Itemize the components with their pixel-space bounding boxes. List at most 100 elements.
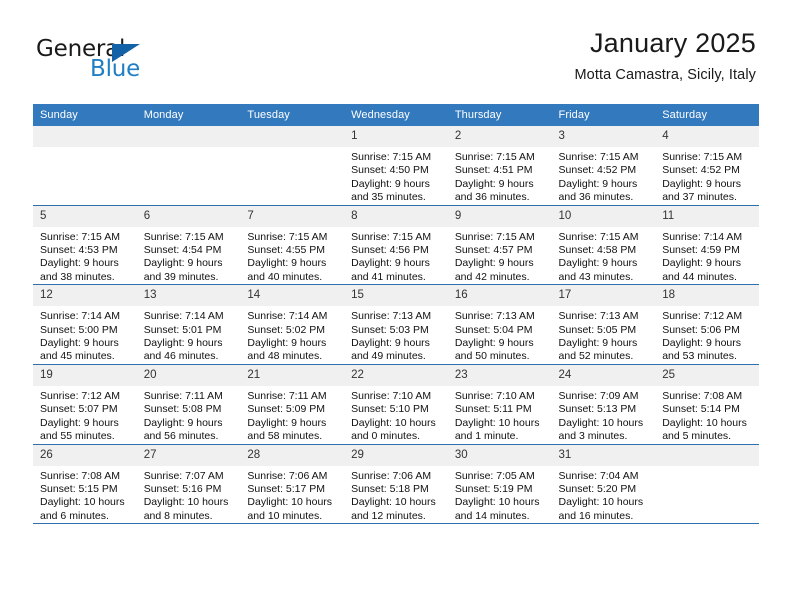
daylight-text-line2: and 6 minutes. (40, 509, 109, 522)
calendar-week-row: 26 Sunrise: 7:08 AM Sunset: 5:15 PM Dayligh… (33, 444, 759, 525)
calendar-day-cell[interactable]: 21 Sunrise: 7:11 AM Sunset: 5:09 PM Dayligh… (240, 364, 345, 445)
sunrise-text: Sunrise: 7:13 AM (558, 310, 639, 323)
daylight-text-line2: and 49 minutes. (351, 350, 426, 363)
sunrise-text: Sunrise: 7:13 AM (351, 310, 432, 323)
calendar-day-cell[interactable]: 1 Sunrise: 7:15 AM Sunset: 4:50 PM Daylight… (344, 126, 448, 206)
day-number: 5 (33, 205, 137, 227)
daylight-text-line1: Daylight: 10 hours (454, 416, 540, 429)
calendar-day-cell[interactable]: 5 Sunrise: 7:15 AM Sunset: 4:53 PM Daylight… (33, 205, 137, 286)
calendar-day-cell[interactable]: 24 Sunrise: 7:09 AM Sunset: 5:13 PM Dayligh… (551, 364, 656, 445)
calendar-day-cell[interactable]: 20 Sunrise: 7:11 AM Sunset: 5:08 PM Dayligh… (136, 364, 241, 445)
sunrise-text: Sunrise: 7:14 AM (247, 310, 328, 323)
calendar-day-cell[interactable]: 16 Sunrise: 7:13 AM Sunset: 5:04 PM Dayligh… (447, 284, 552, 365)
calendar-day-cell[interactable]: 31 Sunrise: 7:04 AM Sunset: 5:20 PM Dayligh… (551, 444, 656, 525)
calendar-day-cell[interactable]: 15 Sunrise: 7:13 AM Sunset: 5:03 PM Dayligh… (344, 284, 448, 365)
general-blue-logo[interactable]: General Blue (36, 38, 226, 88)
sunrise-text: Sunrise: 7:12 AM (662, 310, 743, 323)
day-number: 10 (551, 205, 656, 227)
day-sun-info: Sunrise: 7:13 AM Sunset: 5:05 PM Daylight:… (552, 306, 656, 364)
weekday-header-tuesday: Tuesday (240, 104, 345, 126)
day-number: 18 (655, 285, 759, 307)
calendar-day-cell[interactable]: 8 Sunrise: 7:15 AM Sunset: 4:56 PM Daylight… (344, 205, 448, 286)
daylight-text-line2: and 35 minutes. (351, 191, 426, 204)
daylight-text-line1: Daylight: 9 hours (351, 257, 430, 270)
day-sun-info: Sunrise: 7:12 AM Sunset: 5:06 PM Daylight:… (655, 306, 759, 364)
calendar-day-cell[interactable]: 19 Sunrise: 7:12 AM Sunset: 5:07 PM Dayligh… (33, 364, 137, 445)
sunset-text: Sunset: 5:16 PM (143, 482, 222, 495)
sunset-text: Sunset: 5:03 PM (351, 323, 429, 336)
sunrise-text: Sunrise: 7:15 AM (247, 230, 328, 243)
daylight-text-line1: Daylight: 9 hours (558, 177, 638, 190)
day-number: 9 (447, 205, 552, 227)
daylight-text-line1: Daylight: 9 hours (143, 337, 223, 350)
day-number: 4 (655, 126, 759, 147)
calendar-day-cell[interactable]: 13 Sunrise: 7:14 AM Sunset: 5:01 PM Dayligh… (136, 284, 241, 365)
weekday-header-monday: Monday (136, 104, 241, 126)
sunrise-text: Sunrise: 7:15 AM (558, 230, 639, 243)
daylight-text-line1: Daylight: 9 hours (247, 416, 327, 429)
sunset-text: Sunset: 5:15 PM (40, 482, 118, 495)
daylight-text-line1: Daylight: 10 hours (40, 496, 125, 509)
day-sun-info: Sunrise: 7:06 AM Sunset: 5:18 PM Daylight:… (344, 466, 448, 524)
sunrise-text: Sunrise: 7:04 AM (558, 469, 639, 482)
daylight-text-line2: and 37 minutes. (662, 191, 737, 204)
day-number: 25 (655, 364, 759, 386)
sunset-text: Sunset: 5:09 PM (247, 403, 326, 416)
daylight-text-line2: and 40 minutes. (247, 270, 323, 283)
calendar-day-cell[interactable]: 18 Sunrise: 7:12 AM Sunset: 5:06 PM Dayligh… (655, 284, 759, 365)
day-sun-info: Sunrise: 7:05 AM Sunset: 5:19 PM Daylight:… (448, 466, 552, 524)
calendar-day-cell[interactable]: 9 Sunrise: 7:15 AM Sunset: 4:57 PM Daylight… (447, 205, 552, 286)
calendar-week-row: 1 Sunrise: 7:15 AM Sunset: 4:50 PM Daylight… (33, 126, 759, 206)
calendar-day-cell[interactable]: 26 Sunrise: 7:08 AM Sunset: 5:15 PM Dayligh… (33, 444, 137, 525)
day-sun-info: Sunrise: 7:09 AM Sunset: 5:13 PM Daylight:… (552, 386, 656, 444)
logo-word-blue: Blue (90, 56, 141, 82)
day-sun-info: Sunrise: 7:15 AM Sunset: 4:55 PM Daylight:… (240, 227, 344, 285)
day-number: 29 (344, 444, 448, 466)
daylight-text-line2: and 56 minutes. (143, 430, 219, 443)
daylight-text-line1: Daylight: 9 hours (40, 416, 119, 429)
sunrise-text: Sunrise: 7:09 AM (558, 389, 639, 402)
daylight-text-line2: and 45 minutes. (40, 350, 115, 363)
daylight-text-line2: and 5 minutes. (662, 430, 732, 443)
calendar-day-cell[interactable]: 27 Sunrise: 7:07 AM Sunset: 5:16 PM Dayligh… (136, 444, 241, 525)
sunrise-text: Sunrise: 7:15 AM (454, 230, 535, 243)
sunset-text: Sunset: 5:02 PM (247, 323, 326, 336)
day-number: 3 (551, 126, 656, 147)
daylight-text-line2: and 3 minutes. (558, 430, 628, 443)
calendar-day-cell[interactable]: 3 Sunrise: 7:15 AM Sunset: 4:52 PM Daylight… (551, 126, 656, 206)
calendar-day-cell[interactable]: 17 Sunrise: 7:13 AM Sunset: 5:05 PM Dayligh… (551, 284, 656, 365)
day-sun-info: Sunrise: 7:15 AM Sunset: 4:57 PM Daylight:… (448, 227, 552, 285)
calendar-head: Sunday Monday Tuesday Wednesday Thursday… (33, 104, 759, 126)
calendar-day-cell[interactable]: 11 Sunrise: 7:14 AM Sunset: 4:59 PM Dayligh… (655, 205, 759, 286)
calendar-day-cell[interactable]: 29 Sunrise: 7:06 AM Sunset: 5:18 PM Dayligh… (344, 444, 448, 525)
weekday-header-saturday: Saturday (655, 104, 759, 126)
calendar-day-cell[interactable]: 30 Sunrise: 7:05 AM Sunset: 5:19 PM Dayligh… (447, 444, 552, 525)
day-sun-info: Sunrise: 7:15 AM Sunset: 4:54 PM Daylight:… (137, 227, 241, 285)
day-number: 26 (33, 444, 137, 466)
calendar-day-cell[interactable]: 7 Sunrise: 7:15 AM Sunset: 4:55 PM Daylight… (240, 205, 345, 286)
calendar-day-cell[interactable]: 22 Sunrise: 7:10 AM Sunset: 5:10 PM Dayligh… (344, 364, 448, 445)
calendar-day-cell[interactable]: 23 Sunrise: 7:10 AM Sunset: 5:11 PM Dayligh… (447, 364, 552, 445)
calendar-day-cell[interactable]: 6 Sunrise: 7:15 AM Sunset: 4:54 PM Daylight… (136, 205, 241, 286)
sunset-text: Sunset: 5:06 PM (662, 323, 740, 336)
sunrise-text: Sunrise: 7:14 AM (143, 310, 224, 323)
calendar-day-cell[interactable]: 2 Sunrise: 7:15 AM Sunset: 4:51 PM Daylight… (447, 126, 552, 206)
day-sun-info: Sunrise: 7:15 AM Sunset: 4:51 PM Daylight:… (448, 147, 552, 205)
calendar-day-cell[interactable]: 28 Sunrise: 7:06 AM Sunset: 5:17 PM Dayligh… (240, 444, 345, 525)
day-number: 17 (551, 285, 656, 307)
title-block: January 2025 Motta Camastra, Sicily, Ita… (574, 28, 756, 83)
sunset-text: Sunset: 4:54 PM (143, 244, 222, 257)
day-number: 27 (136, 444, 241, 466)
sunset-text: Sunset: 5:05 PM (558, 323, 637, 336)
day-number: 23 (447, 364, 552, 386)
calendar-day-cell[interactable]: 25 Sunrise: 7:08 AM Sunset: 5:14 PM Dayligh… (655, 364, 759, 445)
day-sun-info: Sunrise: 7:11 AM Sunset: 5:09 PM Daylight:… (240, 386, 344, 444)
day-number (655, 444, 759, 466)
page-title: January 2025 (589, 28, 756, 58)
calendar-day-cell[interactable]: 14 Sunrise: 7:14 AM Sunset: 5:02 PM Dayligh… (240, 284, 345, 365)
calendar-day-cell[interactable]: 4 Sunrise: 7:15 AM Sunset: 4:52 PM Daylight… (655, 126, 759, 206)
daylight-text-line1: Daylight: 10 hours (454, 496, 540, 509)
daylight-text-line2: and 0 minutes. (351, 430, 420, 443)
calendar-day-cell[interactable]: 12 Sunrise: 7:14 AM Sunset: 5:00 PM Dayligh… (33, 284, 137, 365)
calendar-day-cell[interactable]: 10 Sunrise: 7:15 AM Sunset: 4:58 PM Dayligh… (551, 205, 656, 286)
